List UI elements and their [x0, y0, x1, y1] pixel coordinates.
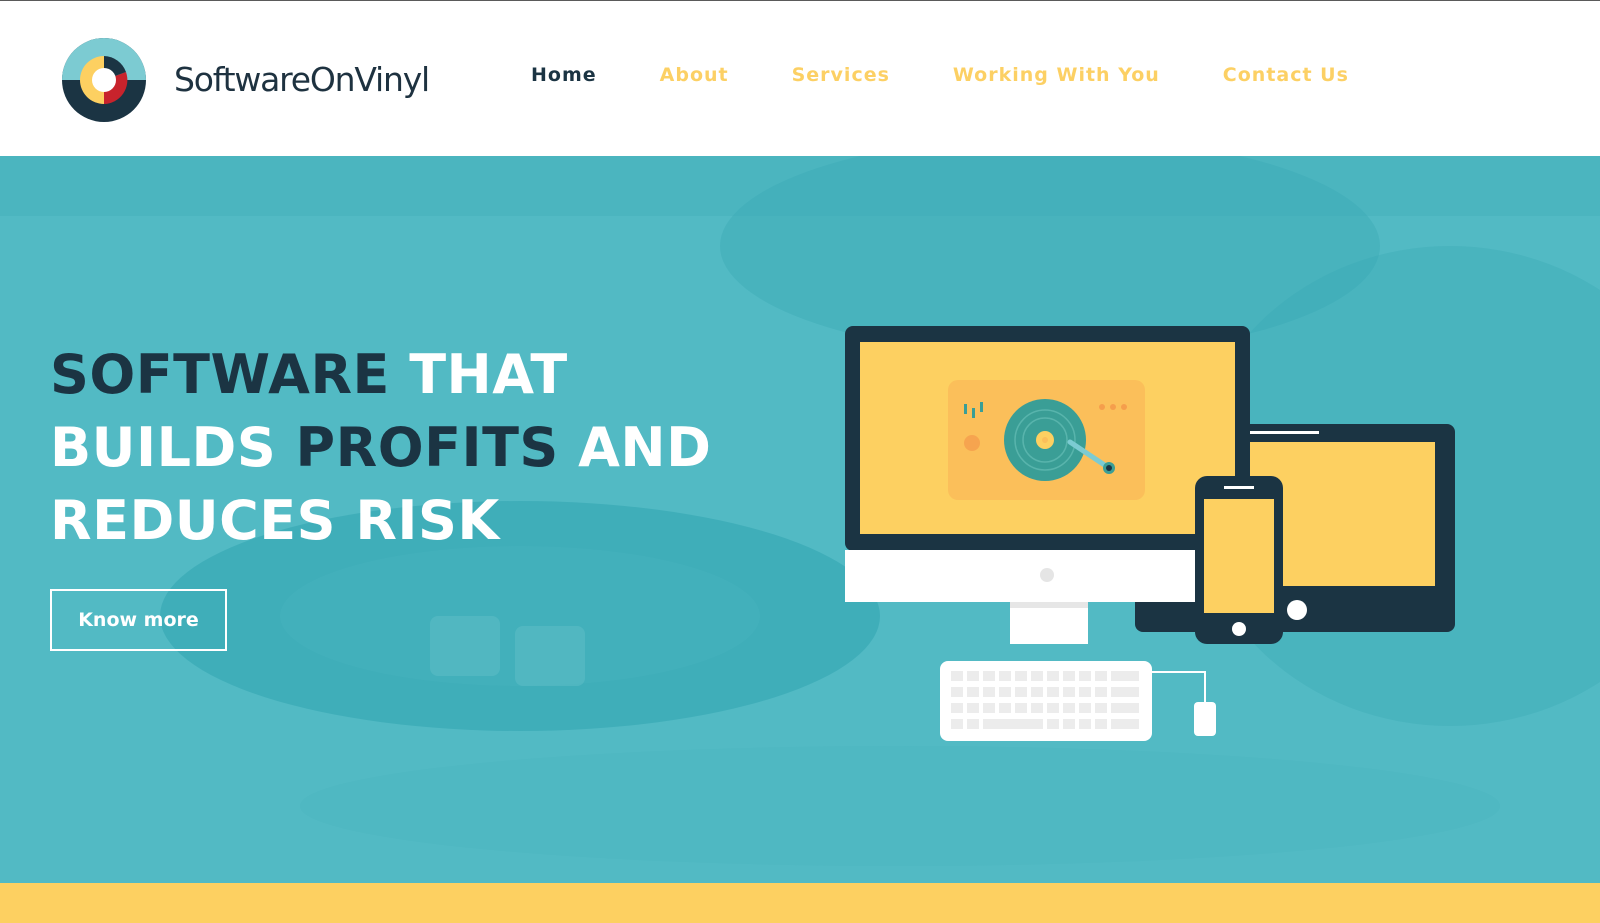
- vinyl-logo-icon: [62, 38, 146, 122]
- devices-turntable-illustration: [845, 326, 1455, 741]
- headline-word: BUILDS: [50, 416, 277, 479]
- hero-section: SOFTWARE THAT BUILDS PROFITS AND REDUCES…: [0, 156, 1600, 883]
- nav-working-with-you[interactable]: Working With You: [953, 64, 1160, 86]
- nav-about[interactable]: About: [660, 64, 729, 86]
- nav-services[interactable]: Services: [792, 64, 890, 86]
- headline-word: PROFITS: [276, 416, 559, 479]
- site-header: SoftwareOnVinyl Home About Services Work…: [0, 1, 1600, 156]
- main-nav: Home About Services Working With You Con…: [531, 64, 1412, 86]
- know-more-button[interactable]: Know more: [50, 589, 227, 651]
- headline-word: REDUCES RISK: [50, 489, 500, 552]
- nav-contact-us[interactable]: Contact Us: [1223, 64, 1349, 86]
- nav-home[interactable]: Home: [531, 64, 597, 86]
- site-logo[interactable]: SoftwareOnVinyl: [58, 34, 430, 126]
- hero-headline: SOFTWARE THAT BUILDS PROFITS AND REDUCES…: [50, 338, 770, 557]
- headline-word: THAT: [389, 343, 568, 406]
- headline-word: SOFTWARE: [50, 343, 390, 406]
- brand-name: SoftwareOnVinyl: [174, 60, 430, 99]
- headline-word: AND: [558, 416, 712, 479]
- footer-accent-band: [0, 883, 1600, 923]
